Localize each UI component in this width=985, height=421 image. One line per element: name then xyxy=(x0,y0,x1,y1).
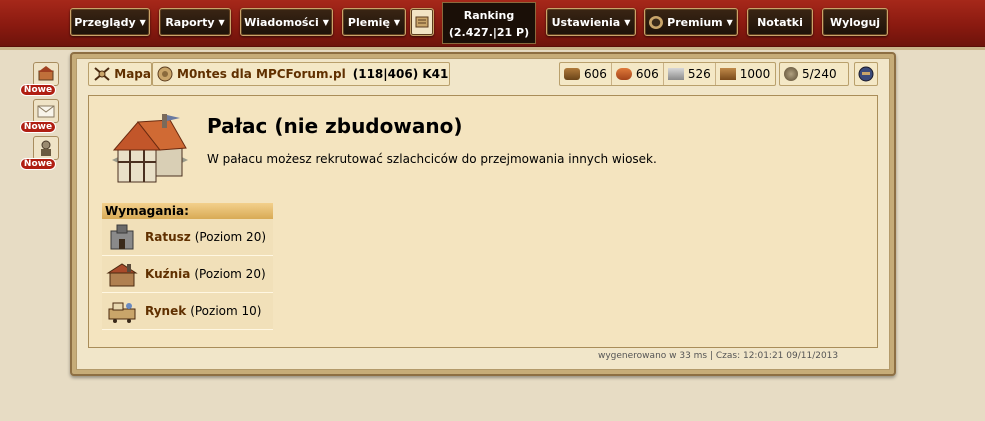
requirement-ratusz-link[interactable]: Ratusz xyxy=(145,230,191,244)
nav-raporty-label: Raporty xyxy=(165,15,215,29)
requirement-level: (Poziom 20) xyxy=(194,267,266,281)
chevron-down-icon: ▼ xyxy=(322,17,329,27)
wood-icon xyxy=(564,68,580,80)
clay-amount: 606 xyxy=(635,67,659,81)
nav-wyloguj-button[interactable]: Wyloguj xyxy=(822,8,888,36)
new-tribe-post-icon[interactable] xyxy=(33,136,59,160)
palace-building-image xyxy=(112,114,188,183)
ranking-box[interactable]: Ranking (2.427.|21 P) xyxy=(442,2,536,44)
nav-premium-button[interactable]: Premium ▼ xyxy=(644,8,738,36)
requirement-row: Rynek (Poziom 10) xyxy=(102,293,273,330)
helmet-icon xyxy=(858,66,874,82)
iron-icon xyxy=(667,68,684,80)
nav-premium-label: Premium xyxy=(667,15,723,29)
population-value: 5/240 xyxy=(802,67,837,81)
clay-icon xyxy=(615,68,632,80)
nav-notatki-button[interactable]: Notatki xyxy=(747,8,813,36)
chevron-down-icon: ▼ xyxy=(726,17,733,27)
storage-resource[interactable]: 1000 xyxy=(716,63,775,85)
premium-icon xyxy=(649,15,664,29)
nav-notatki-label: Notatki xyxy=(757,15,803,29)
requirement-row: Kuźnia (Poziom 20) xyxy=(102,256,273,293)
resources-box: 606 606 526 1000 xyxy=(559,62,776,86)
footer-server-info: wygenerowano w 33 ms | Czas: 12:01:21 09… xyxy=(598,351,839,361)
compass-icon xyxy=(94,67,110,81)
requirement-row: Ratusz (Poziom 20) xyxy=(102,219,273,256)
requirement-kuznia-link[interactable]: Kuźnia xyxy=(145,267,190,281)
iron-amount: 526 xyxy=(687,67,711,81)
new-message-icon[interactable] xyxy=(33,99,59,123)
requirement-level: (Poziom 10) xyxy=(190,304,262,318)
village-coords: (118|406) K41 xyxy=(352,67,449,81)
ranking-value: (2.427.|21 P) xyxy=(448,26,530,39)
smithy-icon xyxy=(106,263,138,287)
chevron-down-icon: ▼ xyxy=(624,17,631,27)
new-badge: Nowe xyxy=(20,158,56,170)
nav-ustawienia-button[interactable]: Ustawienia ▼ xyxy=(546,8,636,36)
chevron-down-icon: ▼ xyxy=(139,17,146,27)
report-icon xyxy=(38,66,54,81)
nav-plemie-button[interactable]: Plemię ▼ xyxy=(342,8,406,36)
village-icon xyxy=(157,66,173,82)
requirements-table: Wymagania: Ratusz (Poziom 20) Kuźnia (Po… xyxy=(102,203,273,330)
requirement-level: (Poziom 20) xyxy=(194,230,267,244)
nav-plemie-label: Plemię xyxy=(347,15,390,29)
nav-przeglady-label: Przeglądy xyxy=(74,15,136,29)
map-link[interactable]: Mapa xyxy=(114,67,151,81)
town-hall-icon xyxy=(110,224,134,250)
village-info-box: M0ntes dla MPCForum.pl (118|406) K41 xyxy=(152,62,450,86)
chevron-down-icon: ▼ xyxy=(393,17,401,27)
tribe-forum-icon-button[interactable] xyxy=(410,8,434,36)
top-navigation-bar: Przeglądy ▼ Raporty ▼ Wiadomości ▼ Plemię ▼ … xyxy=(0,0,985,50)
warehouse-icon xyxy=(719,68,736,80)
ranking-label: Ranking xyxy=(463,9,515,22)
chevron-down-icon: ▼ xyxy=(218,17,225,27)
building-description: W pałacu możesz rekrutować szlachciców d… xyxy=(207,152,657,166)
new-report-icon[interactable] xyxy=(33,62,59,86)
new-badge: Nowe xyxy=(20,121,56,133)
wood-amount: 606 xyxy=(584,67,607,81)
nav-raporty-button[interactable]: Raporty ▼ xyxy=(159,8,231,36)
scroll-icon xyxy=(415,16,429,28)
map-link-box[interactable]: Mapa xyxy=(88,62,152,86)
nav-wiadomosci-label: Wiadomości xyxy=(244,15,319,29)
envelope-icon xyxy=(37,105,55,118)
nav-wiadomosci-button[interactable]: Wiadomości ▼ xyxy=(240,8,333,36)
storage-capacity: 1000 xyxy=(739,67,771,81)
nav-wyloguj-label: Wyloguj xyxy=(829,15,881,29)
nav-ustawienia-label: Ustawienia xyxy=(551,15,621,29)
clay-resource[interactable]: 606 xyxy=(612,63,664,85)
iron-resource[interactable]: 526 xyxy=(664,63,716,85)
market-icon xyxy=(108,302,136,323)
new-badge: Nowe xyxy=(20,84,56,96)
population-box[interactable]: 5/240 xyxy=(779,62,849,86)
requirements-header: Wymagania: xyxy=(102,203,273,219)
knight-icon xyxy=(41,140,51,156)
farm-icon xyxy=(784,67,798,81)
nav-przeglady-button[interactable]: Przeglądy ▼ xyxy=(70,8,150,36)
account-manager-button[interactable] xyxy=(854,62,878,86)
requirement-rynek-link[interactable]: Rynek xyxy=(145,304,186,318)
page-title: Pałac (nie zbudowano) xyxy=(207,114,463,138)
village-name-link[interactable]: M0ntes dla MPCForum.pl xyxy=(177,67,346,81)
wood-resource[interactable]: 606 xyxy=(560,63,612,85)
